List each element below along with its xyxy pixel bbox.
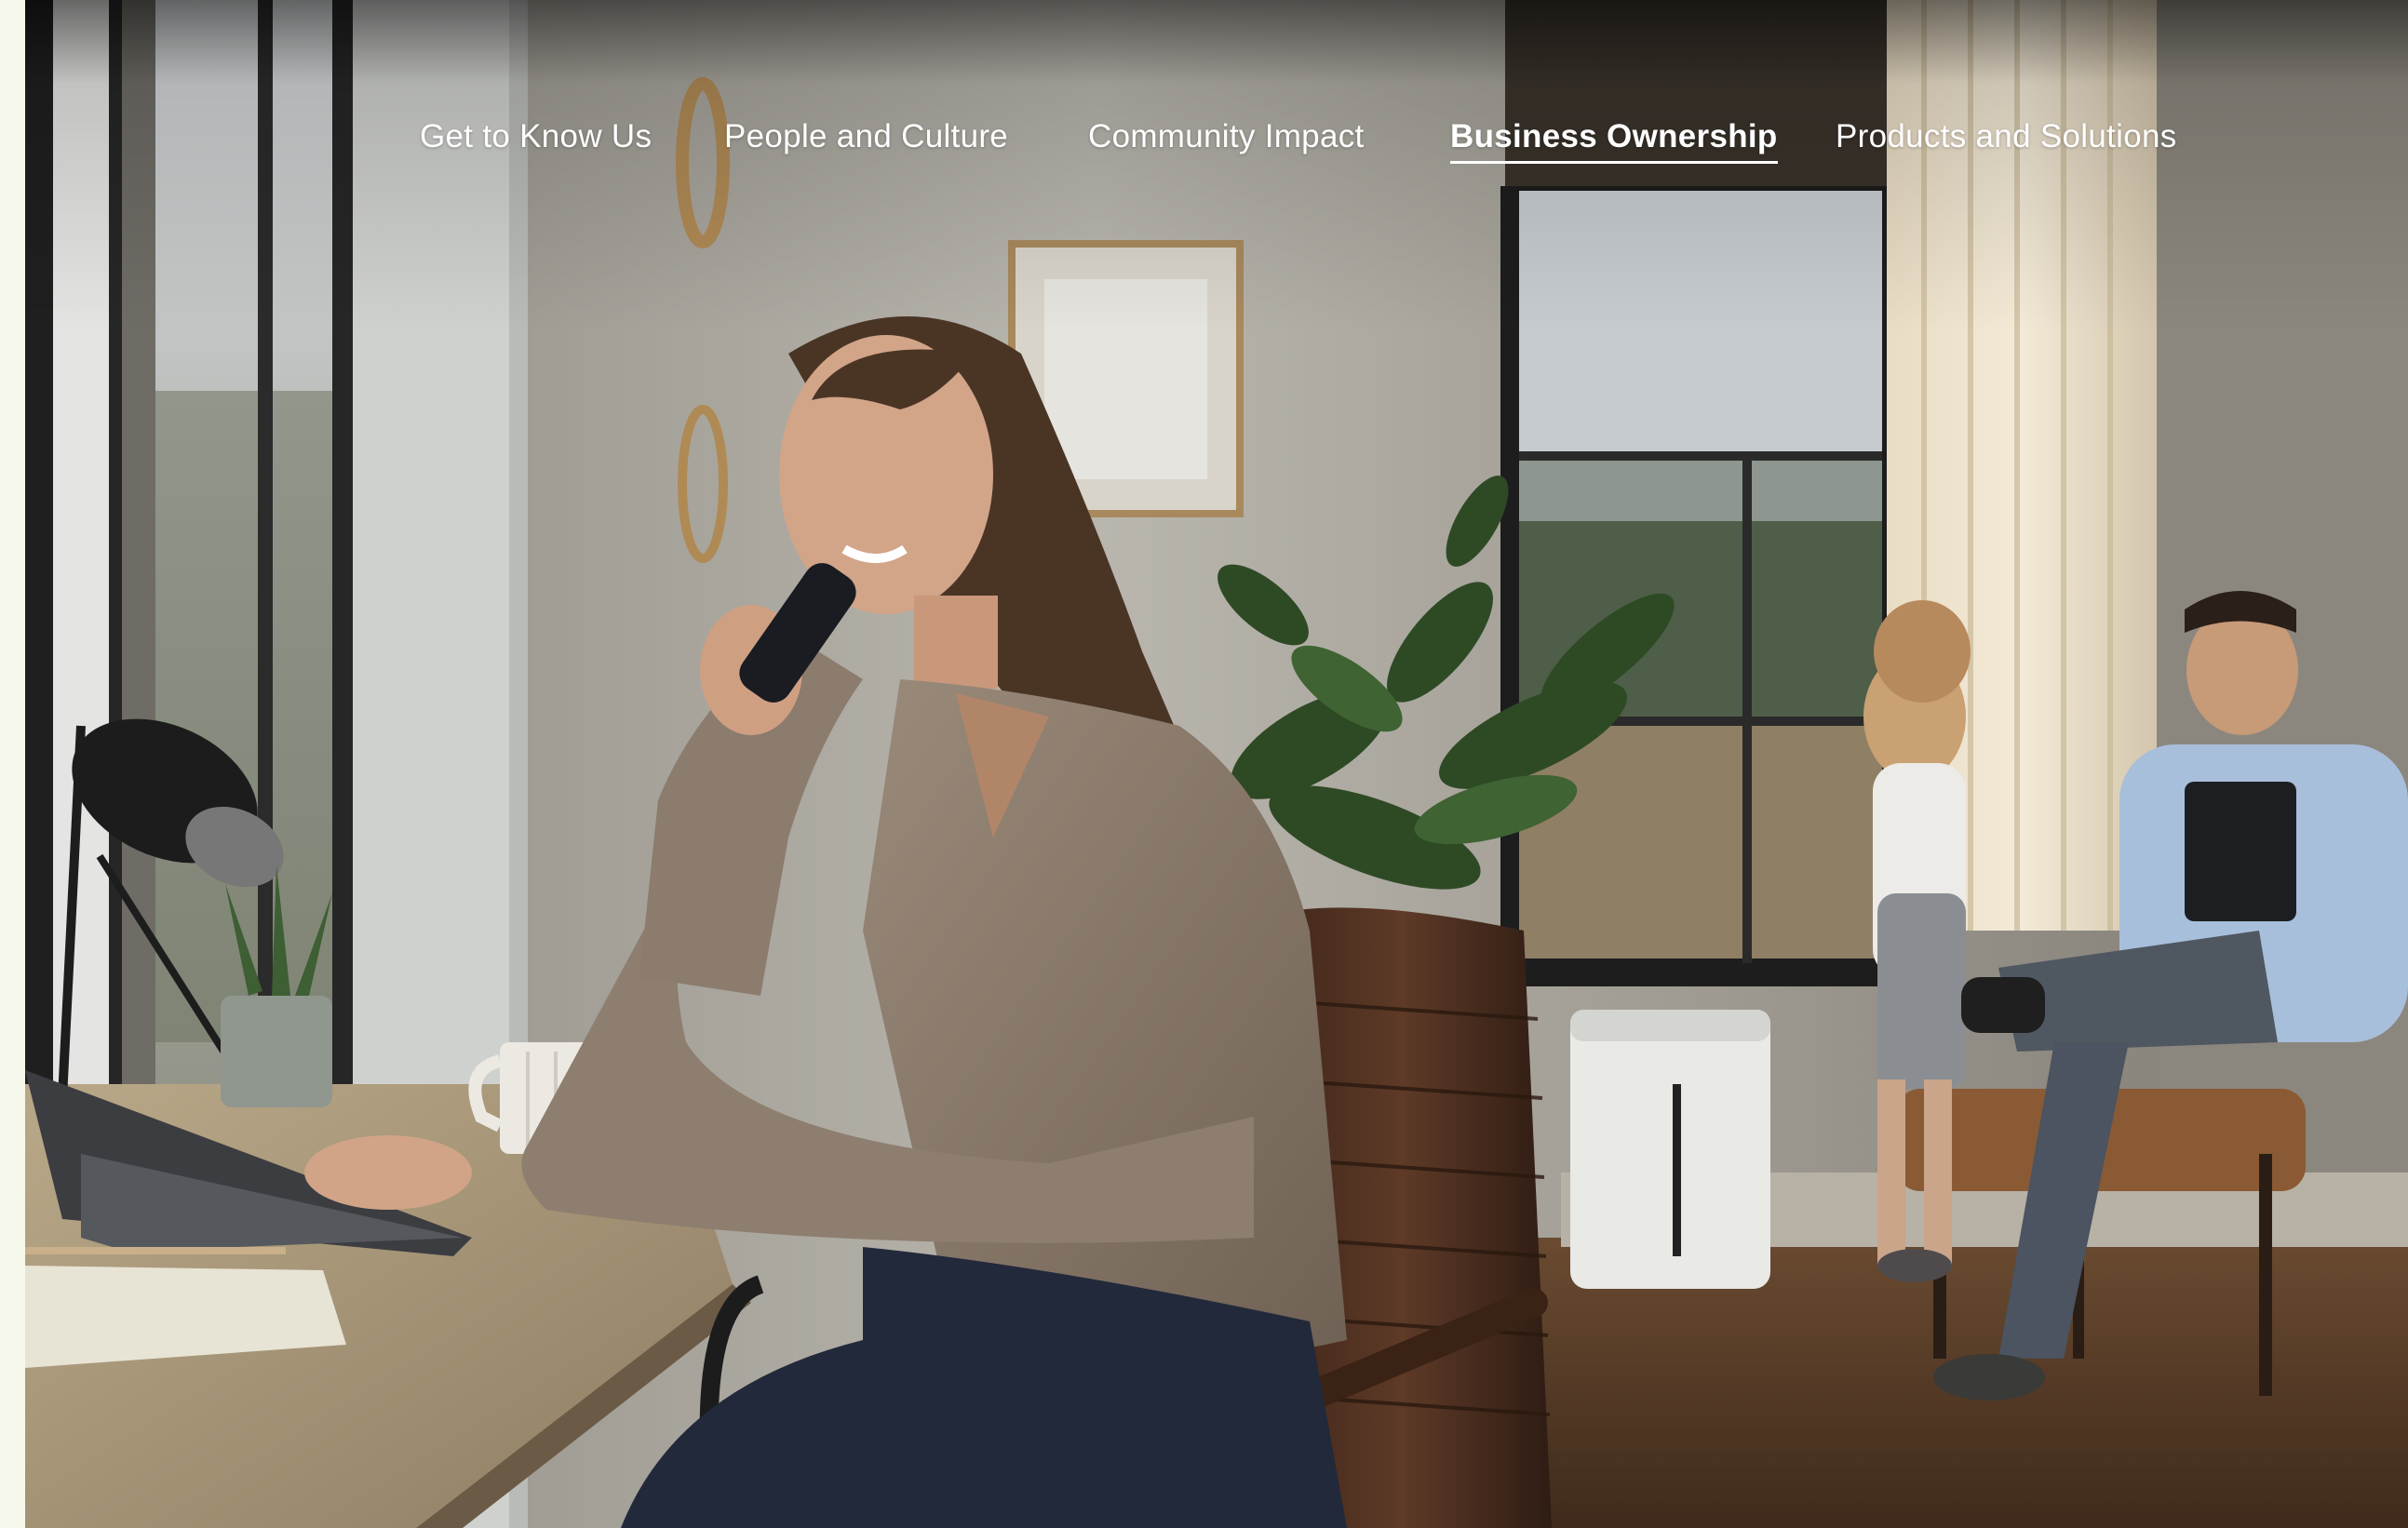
nav-products-and-solutions[interactable]: Products and Solutions — [1836, 110, 2177, 164]
main-navigation: Get to Know Us People and Culture Commun… — [25, 110, 2408, 166]
nav-community-impact[interactable]: Community Impact — [1088, 110, 1365, 164]
left-margin-strip — [0, 0, 25, 1528]
nav-business-ownership[interactable]: Business Ownership — [1450, 110, 1778, 164]
nav-get-to-know-us[interactable]: Get to Know Us — [420, 110, 652, 164]
hero-banner: Get to Know Us People and Culture Commun… — [25, 0, 2408, 1528]
nav-people-and-culture[interactable]: People and Culture — [724, 110, 1008, 164]
hero-photo — [25, 0, 2408, 1528]
